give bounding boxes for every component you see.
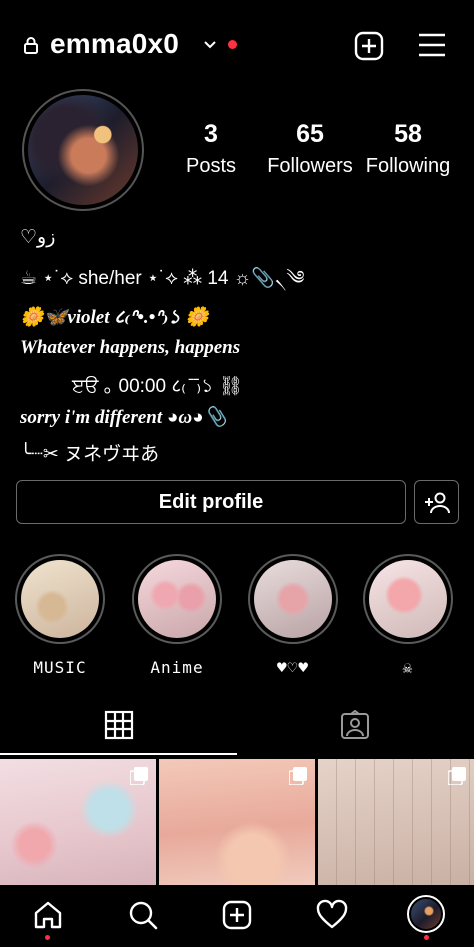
lock-icon bbox=[24, 37, 38, 54]
bio-line-1: ♡زو bbox=[20, 227, 56, 248]
tagged-person-icon[interactable] bbox=[340, 710, 370, 740]
profile-tabs bbox=[0, 700, 474, 756]
create-icon[interactable] bbox=[221, 899, 253, 931]
bio-line-4: Whatever happens, happens bbox=[20, 337, 241, 358]
username[interactable]: emma0x0 bbox=[50, 28, 179, 60]
followers-label: Followers bbox=[267, 155, 353, 177]
posts-count: 3 bbox=[204, 120, 218, 148]
bio-line-2: ☕ ⋆˙⟡ she/her ⋆˙⟡ ⁂ 14 ☼📎৲༄ bbox=[20, 268, 305, 289]
profile-header: emma0x0 bbox=[0, 0, 474, 92]
following-stat[interactable]: 58 Following bbox=[362, 120, 454, 178]
post-thumbnail[interactable] bbox=[159, 759, 315, 885]
profile-activity-dot bbox=[424, 935, 429, 940]
bio-line-5: ੲੳ ｡ 00:00 ८₍ ̄ ̄₎১ ⛓ bbox=[72, 376, 243, 397]
highlight-skull[interactable]: ☠ bbox=[363, 554, 453, 677]
bio-line-7: ╰┈✂ ヌネヴヰあ bbox=[20, 444, 160, 465]
home-activity-dot bbox=[45, 935, 50, 940]
highlight-anime[interactable]: Anime bbox=[132, 554, 222, 677]
bottom-navigation bbox=[0, 885, 474, 947]
chevron-down-icon[interactable] bbox=[203, 38, 217, 52]
posts-label: Posts bbox=[185, 155, 237, 177]
multiple-posts-icon bbox=[289, 767, 307, 785]
multiple-posts-icon bbox=[130, 767, 148, 785]
home-icon[interactable] bbox=[32, 899, 64, 931]
plus-square-icon[interactable] bbox=[354, 31, 384, 61]
profile-avatar[interactable] bbox=[22, 89, 144, 211]
notification-dot bbox=[228, 40, 237, 49]
grid-icon[interactable] bbox=[104, 710, 134, 740]
followers-count: 65 bbox=[296, 120, 324, 148]
highlight-label: ♥♡♥ bbox=[277, 658, 309, 677]
heart-icon[interactable] bbox=[316, 899, 348, 931]
post-thumbnail[interactable] bbox=[318, 759, 474, 885]
add-user-button[interactable] bbox=[414, 480, 459, 524]
active-tab-indicator bbox=[0, 753, 237, 755]
edit-profile-button[interactable]: Edit profile bbox=[16, 480, 406, 524]
hamburger-menu-icon[interactable] bbox=[418, 32, 446, 58]
bio-line-3: 🌼🦋violet ८₍ᐢ•.•ᐢ₎১ 🌼 bbox=[20, 307, 210, 328]
bio-line-6: sorry i'm different ◕ω◕📎 bbox=[20, 407, 228, 428]
profile-avatar[interactable] bbox=[407, 895, 445, 933]
posts-stat[interactable]: 3 Posts bbox=[180, 120, 242, 178]
search-icon[interactable] bbox=[127, 899, 159, 931]
multiple-posts-icon bbox=[448, 767, 466, 785]
highlight-label: Anime bbox=[150, 658, 204, 677]
add-person-icon bbox=[425, 492, 450, 514]
highlight-label: ☠ bbox=[402, 658, 414, 677]
following-label: Following bbox=[365, 155, 451, 177]
highlight-hearts[interactable]: ♥♡♥ bbox=[248, 554, 338, 677]
followers-stat[interactable]: 65 Followers bbox=[262, 120, 358, 178]
post-thumbnail[interactable] bbox=[0, 759, 156, 885]
highlight-music[interactable]: MUSIC bbox=[15, 554, 105, 677]
following-count: 58 bbox=[394, 120, 422, 148]
highlight-label: MUSIC bbox=[33, 658, 87, 677]
